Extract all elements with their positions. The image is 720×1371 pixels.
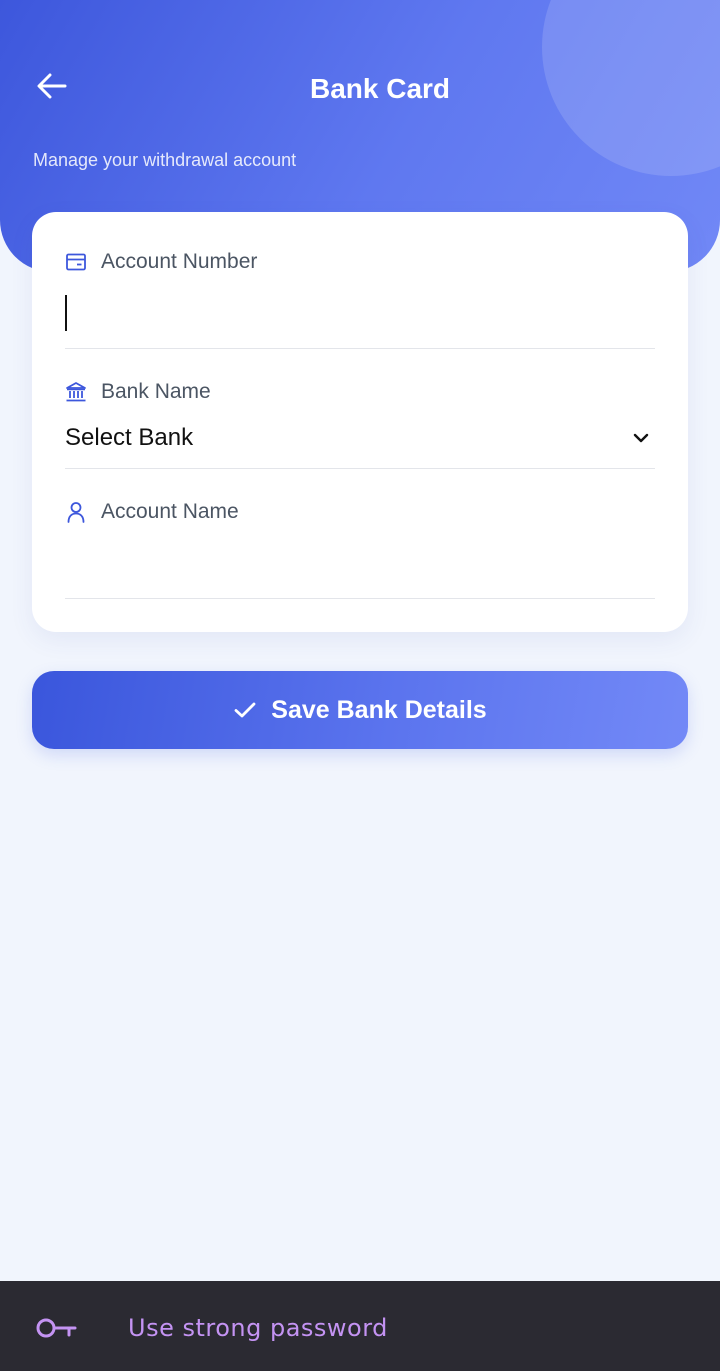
account-number-field: Account Number <box>65 248 655 349</box>
account-number-input[interactable] <box>65 288 655 336</box>
person-icon <box>65 501 87 523</box>
bank-name-label: Bank Name <box>101 380 211 403</box>
bank-name-underline <box>65 468 655 469</box>
account-name-field: Account Name <box>65 498 655 599</box>
bank-icon <box>65 381 87 403</box>
account-number-label: Account Number <box>101 250 258 273</box>
page-title: Bank Card <box>309 73 451 104</box>
bank-select-value: Select Bank <box>65 424 194 451</box>
bank-form-card: Account Number Bank Name Select Bank Acc… <box>32 212 688 632</box>
tip-text: Use strong password <box>128 1314 388 1342</box>
account-number-underline <box>65 348 655 349</box>
card-icon <box>65 251 87 273</box>
check-icon <box>233 698 257 722</box>
account-name-label: Account Name <box>101 500 239 523</box>
page-subtitle: Manage your withdrawal account <box>33 150 297 170</box>
bank-select[interactable]: Select Bank <box>65 418 655 458</box>
key-icon <box>36 1315 78 1341</box>
text-caret <box>65 295 67 331</box>
bank-name-field: Bank Name Select Bank <box>65 378 655 469</box>
save-button-label: Save Bank Details <box>271 695 487 724</box>
chevron-down-icon <box>633 433 649 443</box>
save-bank-details-button[interactable]: Save Bank Details <box>32 671 688 749</box>
account-name-underline <box>65 598 655 599</box>
account-name-input[interactable] <box>65 538 655 586</box>
